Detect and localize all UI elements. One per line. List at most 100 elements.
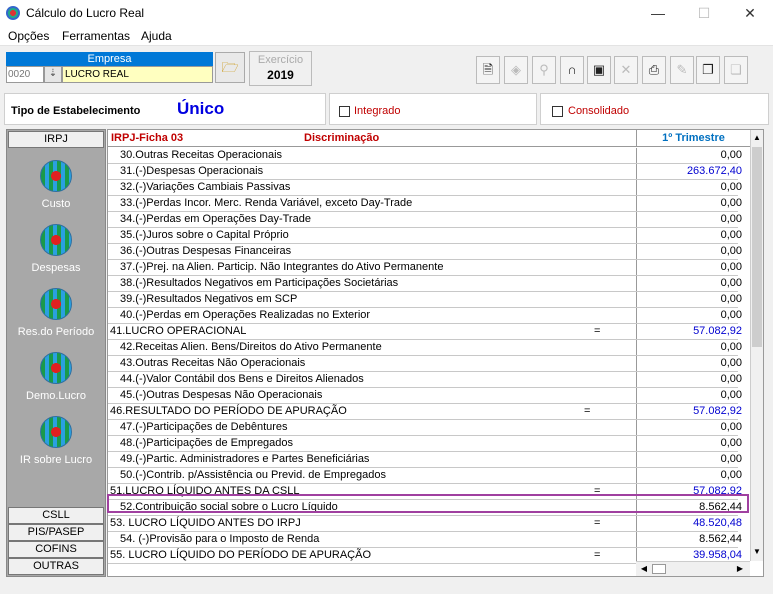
row-value-cell[interactable]: 0,00 [636, 388, 746, 403]
table-row[interactable]: 39.(-)Resultados Negativos em SCP 0,00 [108, 292, 742, 308]
scroll-down-icon[interactable]: ▼ [751, 544, 763, 560]
table-row[interactable]: 41.LUCRO OPERACIONAL = 57.082,92 [108, 324, 742, 340]
integrado-label: Integrado [354, 105, 401, 117]
row-value-cell[interactable]: 0,00 [636, 452, 746, 467]
row-value-cell[interactable]: 0,00 [636, 276, 746, 291]
table-row[interactable]: 32.(-)Variações Cambiais Passivas 0,00 [108, 180, 742, 196]
table-row[interactable]: 45.(-)Outras Despesas Não Operacionais 0,… [108, 388, 742, 404]
table-row[interactable]: 48.(-)Participações de Empregados 0,00 [108, 436, 742, 452]
table-row[interactable]: 53. LUCRO LÍQUIDO ANTES DO IRPJ = 48.520,4… [108, 516, 742, 532]
row-description: 49.(-)Partic. Administradores e Partes B… [120, 453, 370, 465]
table-row[interactable]: 42.Receitas Alien. Bens/Direitos do Ativ… [108, 340, 742, 356]
row-value-cell[interactable]: 0,00 [636, 468, 746, 483]
maximize-button[interactable]: ☐ [681, 0, 727, 26]
row-value-cell[interactable]: 0,00 [636, 356, 746, 371]
toolbar-button-diamond[interactable]: ◈ [504, 56, 528, 84]
menu-ferramentas[interactable]: Ferramentas [62, 29, 130, 43]
window-icon: ❏ [730, 62, 742, 77]
table-row[interactable]: 33.(-)Perdas Incor. Merc. Renda Variável… [108, 196, 742, 212]
table-row[interactable]: 37.(-)Prej. na Alien. Particip. Não Inte… [108, 260, 742, 276]
scroll-up-icon[interactable]: ▲ [751, 130, 763, 146]
left-nav: IRPJ Custo Despesas Res.do Período Demo.… [6, 129, 106, 577]
nav-item-custo[interactable]: Custo [7, 198, 105, 210]
vertical-scroll-thumb[interactable] [752, 147, 762, 347]
scroll-right-icon[interactable]: ▶ [734, 563, 746, 575]
toolbar-button-delete[interactable]: ✕ [614, 56, 638, 84]
toolbar-button-window[interactable]: ❏ [724, 56, 748, 84]
row-description: 50.(-)Contrib. p/Assistência ou Previd. … [120, 469, 386, 481]
tab-irpj[interactable]: IRPJ [8, 131, 104, 148]
toolbar-button-print[interactable]: ⎙ [642, 56, 666, 84]
tab-outras[interactable]: OUTRAS [8, 558, 104, 575]
row-value-cell[interactable]: 0,00 [636, 372, 746, 387]
table-row[interactable]: 43.Outras Receitas Não Operacionais 0,00 [108, 356, 742, 372]
row-value-cell[interactable]: 263.672,40 [636, 164, 746, 179]
nav-item-res-periodo[interactable]: Res.do Período [7, 326, 105, 338]
row-value-cell[interactable]: 0,00 [636, 180, 746, 195]
custo-icon[interactable] [40, 160, 72, 192]
row-value-cell[interactable]: 0,00 [636, 420, 746, 435]
row-value-cell[interactable]: 57.082,92 [636, 404, 746, 419]
row-value-cell[interactable]: 0,00 [636, 212, 746, 227]
search-person-icon: ⚲ [539, 62, 549, 77]
row-value-cell[interactable]: 0,00 [636, 340, 746, 355]
row-value-cell[interactable]: 0,00 [636, 244, 746, 259]
consolidado-checkbox[interactable] [552, 106, 563, 117]
toolbar-button-search-person[interactable]: ⚲ [532, 56, 556, 84]
row-value-cell[interactable]: 0,00 [636, 228, 746, 243]
spin-down-icon[interactable]: ⇣ [44, 66, 62, 83]
table-row[interactable]: 40.(-)Perdas em Operações Realizadas no … [108, 308, 742, 324]
toolbar-button-document[interactable]: 🗎 [476, 56, 500, 84]
table-row[interactable]: 46.RESULTADO DO PERÍODO DE APURAÇÃO = 57.0… [108, 404, 742, 420]
table-row[interactable]: 54. (-)Provisão para o Imposto de Renda 8… [108, 532, 742, 548]
scroll-left-icon[interactable]: ◀ [638, 563, 650, 575]
resultado-periodo-icon[interactable] [40, 288, 72, 320]
tab-cofins[interactable]: COFINS [8, 541, 104, 558]
open-folder-button[interactable]: 🗁 [215, 52, 245, 83]
demo-lucro-icon[interactable] [40, 352, 72, 384]
row-value-cell[interactable]: 0,00 [636, 260, 746, 275]
row-value-cell[interactable]: 57.082,92 [636, 324, 746, 339]
table-row[interactable]: 30.Outras Receitas Operacionais 0,00 [108, 148, 742, 164]
table-row[interactable]: 47.(-)Participações de Debêntures 0,00 [108, 420, 742, 436]
toolbar-button-tool[interactable]: ✎ [670, 56, 694, 84]
row-value-cell[interactable]: 0,00 [636, 436, 746, 451]
despesas-icon[interactable] [40, 224, 72, 256]
nav-item-despesas[interactable]: Despesas [7, 262, 105, 274]
toolbar-button-multi-document[interactable]: ❐ [696, 56, 720, 84]
tab-pis-pasep[interactable]: PIS/PASEP [8, 524, 104, 541]
row-highlight [107, 494, 749, 513]
horizontal-scroll-thumb[interactable] [652, 564, 666, 574]
row-value-cell[interactable]: 0,00 [636, 292, 746, 307]
empresa-code-field[interactable]: 0020 [6, 66, 44, 83]
toolbar-button-padlock[interactable]: ∩ [560, 56, 584, 84]
horizontal-scrollbar[interactable]: ◀ ▶ [636, 561, 750, 576]
table-row[interactable]: 50.(-)Contrib. p/Assistência ou Previd. … [108, 468, 742, 484]
vertical-scrollbar[interactable]: ▲ ▼ [750, 130, 763, 561]
close-button[interactable]: ✕ [727, 0, 773, 26]
menu-ajuda[interactable]: Ajuda [141, 29, 172, 43]
row-value-cell[interactable]: 48.520,48 [636, 516, 746, 531]
tab-csll[interactable]: CSLL [8, 507, 104, 524]
table-row[interactable]: 31.(-)Despesas Operacionais 263.672,40 [108, 164, 742, 180]
menu-opcoes[interactable]: Opções [8, 29, 49, 43]
table-row[interactable]: 34.(-)Perdas em Operações Day-Trade 0,00 [108, 212, 742, 228]
ir-sobre-lucro-icon[interactable] [40, 416, 72, 448]
row-description: 55. LUCRO LÍQUIDO DO PERÍODO DE APURAÇÃO [110, 549, 372, 561]
table-row[interactable]: 49.(-)Partic. Administradores e Partes B… [108, 452, 742, 468]
table-row[interactable]: 38.(-)Resultados Negativos em Participaç… [108, 276, 742, 292]
row-value-cell[interactable]: 8.562,44 [636, 532, 746, 547]
empresa-name-field[interactable]: LUCRO REAL [62, 66, 213, 83]
delete-icon: ✕ [620, 62, 632, 77]
toolbar-button-save[interactable]: ▣ [587, 56, 611, 84]
table-row[interactable]: 44.(-)Valor Contábil dos Bens e Direitos… [108, 372, 742, 388]
nav-item-demo-lucro[interactable]: Demo.Lucro [7, 390, 105, 402]
row-value-cell[interactable]: 0,00 [636, 196, 746, 211]
minimize-button[interactable]: — [635, 0, 681, 26]
nav-item-ir-sobre-lucro[interactable]: IR sobre Lucro [7, 454, 105, 466]
table-row[interactable]: 36.(-)Outras Despesas Financeiras 0,00 [108, 244, 742, 260]
integrado-checkbox[interactable] [339, 106, 350, 117]
table-row[interactable]: 35.(-)Juros sobre o Capital Próprio 0,00 [108, 228, 742, 244]
row-value-cell[interactable]: 0,00 [636, 148, 746, 163]
row-value-cell[interactable]: 0,00 [636, 308, 746, 323]
